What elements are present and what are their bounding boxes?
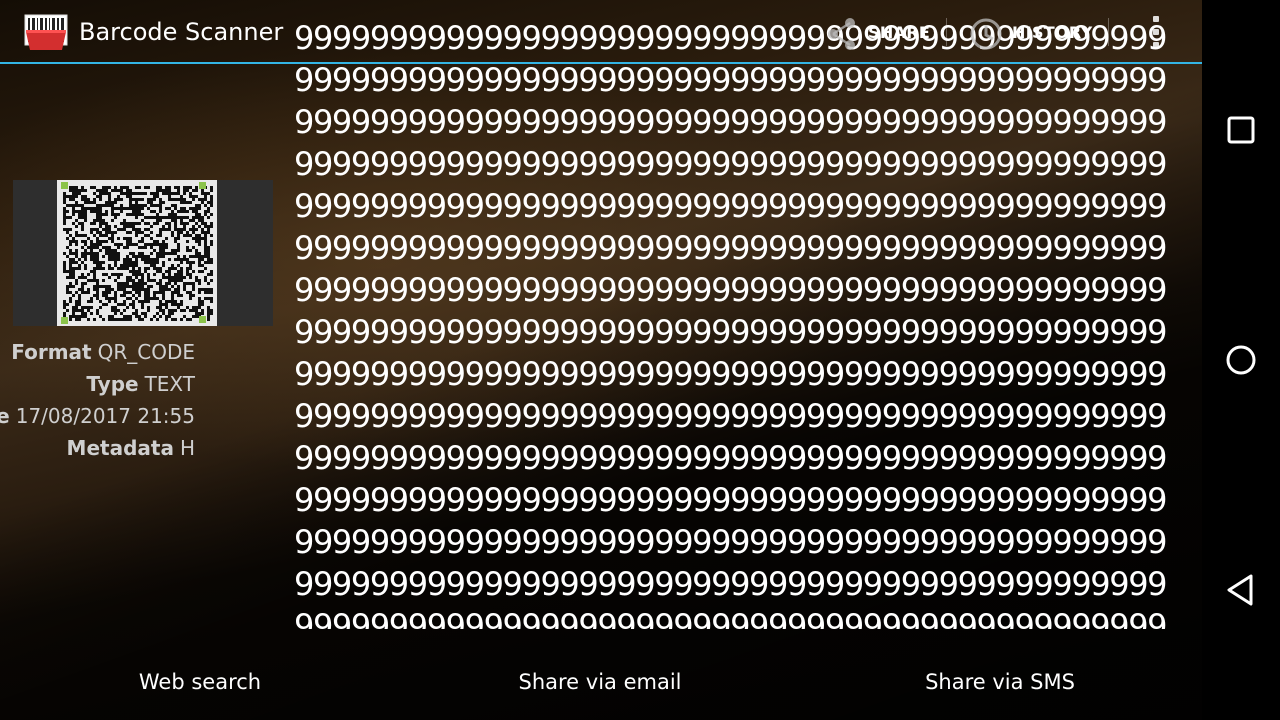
action-bar-divider xyxy=(0,62,1202,64)
overflow-menu-icon[interactable] xyxy=(1146,14,1166,50)
time-label: Time xyxy=(0,404,10,428)
app-title: Barcode Scanner xyxy=(79,18,284,46)
result-metadata: FormatQR_CODE TypeTEXT Time 17/08/2017 21… xyxy=(0,336,195,464)
share-label: SHARE xyxy=(868,23,931,42)
recents-square-icon[interactable] xyxy=(1221,110,1261,150)
web-search-button[interactable]: Web search xyxy=(100,660,300,704)
qr-code-image xyxy=(57,180,217,326)
action-bar: Barcode Scanner SHARE HISTORY xyxy=(0,0,1202,64)
share-via-sms-button[interactable]: Share via SMS xyxy=(880,660,1120,704)
metadata-value: H xyxy=(179,436,195,460)
time-row: Time 17/08/2017 21:55 xyxy=(0,400,195,432)
history-clock-icon xyxy=(970,18,1002,50)
share-button[interactable]: SHARE xyxy=(818,12,938,52)
share-via-email-button[interactable]: Share via email xyxy=(480,660,720,704)
format-value: QR_CODE xyxy=(97,340,195,364)
metadata-row: Metadata H xyxy=(0,432,195,464)
format-label: Format xyxy=(11,340,92,364)
metadata-label: Metadata xyxy=(66,436,174,460)
action-separator xyxy=(1108,18,1109,46)
barcode-scanner-app-icon[interactable] xyxy=(24,14,68,52)
action-separator xyxy=(946,18,947,46)
back-triangle-icon[interactable] xyxy=(1221,570,1261,610)
qr-code-thumbnail xyxy=(13,180,273,326)
home-circle-icon[interactable] xyxy=(1221,340,1261,380)
app-window: Barcode Scanner SHARE HISTORY Format QR_… xyxy=(0,0,1202,720)
share-icon xyxy=(828,18,855,50)
history-label: HISTORY xyxy=(1012,23,1093,42)
format-row: Format QR_CODE xyxy=(0,336,195,368)
type-value: TEXT xyxy=(144,372,195,396)
result-contents-text: 9999999999999999999999999999999999999999… xyxy=(294,19,1168,629)
system-navigation-bar xyxy=(1202,0,1280,720)
time-value: 17/08/2017 21:55 xyxy=(15,404,195,428)
type-row: Type TEXT xyxy=(0,368,195,400)
history-button[interactable]: HISTORY xyxy=(960,12,1100,52)
type-label: Type xyxy=(86,372,139,396)
